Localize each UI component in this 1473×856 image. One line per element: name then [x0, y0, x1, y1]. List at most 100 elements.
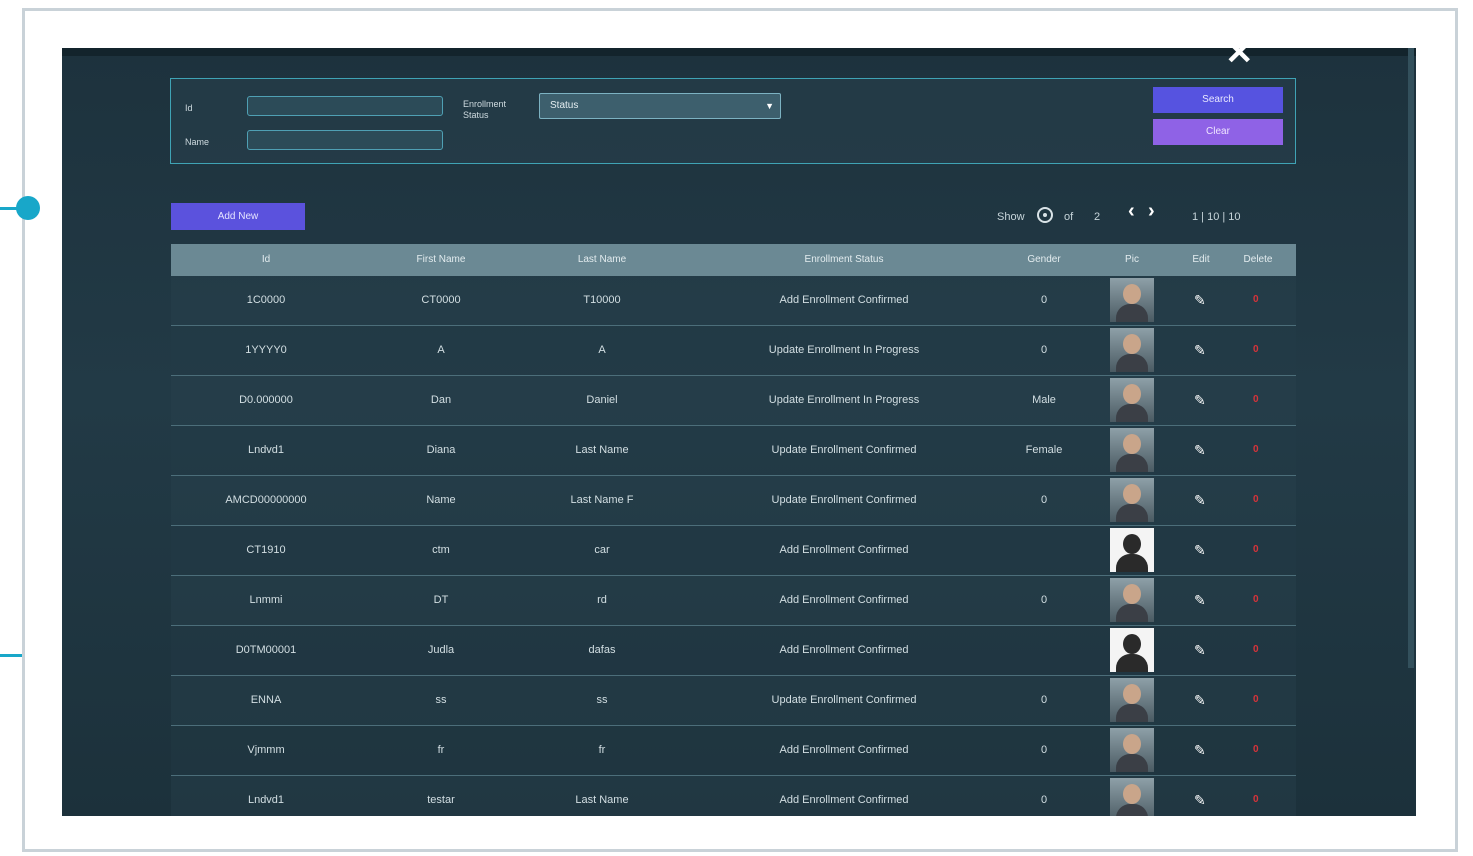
- prev-page-icon[interactable]: ‹: [1128, 200, 1135, 223]
- delete-icon[interactable]: 0: [1253, 376, 1259, 424]
- delete-icon[interactable]: 0: [1253, 676, 1259, 724]
- status-label: Enrollment Status: [463, 99, 507, 120]
- avatar-body: [1116, 554, 1148, 572]
- table-row[interactable]: Vjmmm fr fr Add Enrollment Confirmed 0 ✎ 0: [171, 726, 1296, 776]
- table-row[interactable]: CT1910 ctm car Add Enrollment Confirmed ✎ 0: [171, 526, 1296, 576]
- cell-gender: Female: [1025, 444, 1063, 456]
- cell-id: CT1910: [246, 544, 286, 556]
- cell-id: 1YYYY0: [245, 344, 287, 356]
- delete-icon[interactable]: 0: [1253, 576, 1259, 624]
- table-row[interactable]: ENNA ss ss Update Enrollment Confirmed 0 ✎ 0: [171, 676, 1296, 726]
- cell-enrollment-status: Add Enrollment Confirmed: [779, 794, 909, 806]
- cell-enrollment-status: Add Enrollment Confirmed: [779, 644, 909, 656]
- cell-gender: Male: [1032, 394, 1056, 406]
- table-row[interactable]: Lndvd1 Diana Last Name Update Enrollment Co…: [171, 426, 1296, 476]
- cell-id: Lndvd1: [247, 444, 285, 456]
- cell-id: Lnmmi: [249, 594, 283, 606]
- id-label: Id: [185, 103, 193, 113]
- cell-last-name: Daniel: [586, 394, 618, 406]
- pencil-icon[interactable]: ✎: [1194, 726, 1206, 774]
- pencil-icon[interactable]: ✎: [1194, 326, 1206, 374]
- table-row[interactable]: AMCD00000000 Name Last Name F Update Enroll…: [171, 476, 1296, 526]
- page-select-icon[interactable]: [1037, 207, 1053, 223]
- id-input[interactable]: [247, 96, 443, 116]
- avatar-body: [1116, 354, 1148, 372]
- delete-icon[interactable]: 0: [1253, 276, 1259, 324]
- avatar: [1110, 278, 1154, 322]
- avatar-head: [1123, 584, 1141, 604]
- avatar-body: [1116, 504, 1148, 522]
- header-id[interactable]: Id: [171, 244, 361, 276]
- avatar-head: [1123, 334, 1141, 354]
- name-input[interactable]: [247, 130, 443, 150]
- table-row[interactable]: D0.000000 Dan Daniel Update Enrollment In P…: [171, 376, 1296, 426]
- pencil-icon[interactable]: ✎: [1194, 526, 1206, 574]
- avatar-head: [1123, 734, 1141, 754]
- pencil-icon[interactable]: ✎: [1194, 776, 1206, 816]
- cell-enrollment-status: Update Enrollment Confirmed: [771, 494, 917, 506]
- pencil-icon[interactable]: ✎: [1194, 376, 1206, 424]
- pencil-icon[interactable]: ✎: [1194, 276, 1206, 324]
- show-label: Show: [997, 211, 1025, 223]
- delete-icon[interactable]: 0: [1253, 326, 1259, 374]
- cell-enrollment-status: Update Enrollment Confirmed: [771, 694, 917, 706]
- header-pic: Pic: [1125, 254, 1139, 265]
- cell-first-name: DT: [433, 594, 449, 606]
- avatar-head: [1123, 434, 1141, 454]
- next-page-icon[interactable]: ›: [1148, 200, 1155, 223]
- side-connector-dot: [16, 196, 40, 220]
- delete-icon[interactable]: 0: [1253, 776, 1259, 816]
- close-icon[interactable]: ✕: [1225, 48, 1254, 70]
- pencil-icon[interactable]: ✎: [1194, 626, 1206, 674]
- cell-last-name: rd: [597, 594, 607, 606]
- avatar: [1110, 328, 1154, 372]
- vertical-scrollbar[interactable]: [1408, 48, 1414, 668]
- avatar: [1110, 728, 1154, 772]
- cell-id: D0.000000: [239, 394, 293, 406]
- cell-gender: 0: [1040, 494, 1048, 506]
- table-row[interactable]: Lndvd1 testar Last Name Add Enrollment Conf…: [171, 776, 1296, 816]
- delete-icon[interactable]: 0: [1253, 626, 1259, 674]
- clear-button[interactable]: Clear: [1153, 119, 1283, 145]
- delete-icon[interactable]: 0: [1253, 426, 1259, 474]
- cell-last-name: T10000: [583, 294, 621, 306]
- filter-panel: Id Name Enrollment Status Status ▼ Searc…: [170, 78, 1296, 164]
- cell-gender: 0: [1040, 594, 1048, 606]
- status-select-value: Status: [550, 100, 579, 111]
- table-row[interactable]: D0TM00001 Judla dafas Add Enrollment Confir…: [171, 626, 1296, 676]
- pencil-icon[interactable]: ✎: [1194, 576, 1206, 624]
- avatar-placeholder-icon: [1110, 528, 1154, 572]
- header-first-name[interactable]: First Name: [361, 244, 521, 276]
- pencil-icon[interactable]: ✎: [1194, 676, 1206, 724]
- avatar-head: [1123, 484, 1141, 504]
- delete-icon[interactable]: 0: [1253, 476, 1259, 524]
- status-select[interactable]: Status ▼: [539, 93, 781, 119]
- header-gender[interactable]: Gender: [1005, 244, 1083, 276]
- title-bar: [62, 48, 1416, 56]
- people-table: Id First Name Last Name Enrollment Statu…: [171, 244, 1296, 816]
- cell-gender: 0: [1040, 794, 1048, 806]
- cell-last-name: fr: [598, 744, 606, 756]
- pencil-icon[interactable]: ✎: [1194, 476, 1206, 524]
- avatar: [1110, 428, 1154, 472]
- avatar-body: [1116, 654, 1148, 672]
- header-last-name[interactable]: Last Name: [521, 244, 683, 276]
- header-enrollment-status[interactable]: Enrollment Status: [683, 244, 1005, 276]
- cell-id: ENNA: [250, 694, 282, 706]
- avatar-body: [1116, 604, 1148, 622]
- cell-last-name: Last Name: [575, 444, 629, 456]
- chevron-down-icon: ▼: [765, 101, 774, 111]
- table-row[interactable]: 1YYYY0 A A Update Enrollment In Progress 0 ✎ 0: [171, 326, 1296, 376]
- delete-icon[interactable]: 0: [1253, 726, 1259, 774]
- app-window: ✕ Id Name Enrollment Status Status ▼ Sea…: [62, 48, 1416, 816]
- add-new-button[interactable]: Add New: [171, 203, 305, 230]
- cell-enrollment-status: Add Enrollment Confirmed: [779, 544, 909, 556]
- delete-icon[interactable]: 0: [1253, 526, 1259, 574]
- table-row[interactable]: 1C0000 CT0000 T10000 Add Enrollment Confirm…: [171, 276, 1296, 326]
- cell-enrollment-status: Update Enrollment In Progress: [768, 394, 920, 406]
- pencil-icon[interactable]: ✎: [1194, 426, 1206, 474]
- of-label: of: [1064, 211, 1074, 223]
- search-button[interactable]: Search: [1153, 87, 1283, 113]
- table-row[interactable]: Lnmmi DT rd Add Enrollment Confirmed 0 ✎ 0: [171, 576, 1296, 626]
- cell-first-name: CT0000: [421, 294, 461, 306]
